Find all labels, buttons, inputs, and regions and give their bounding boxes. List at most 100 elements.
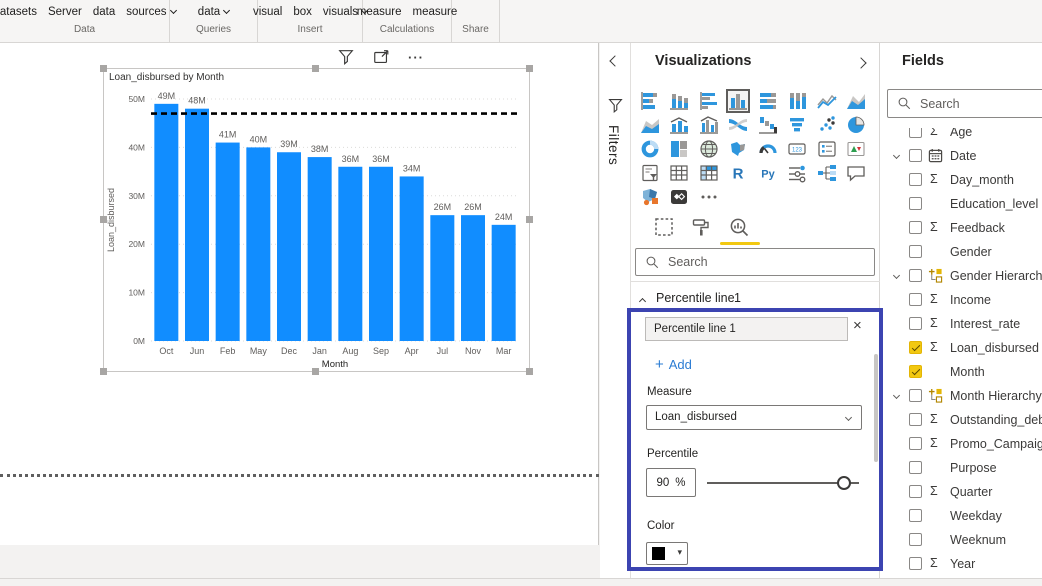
percentile-value-input[interactable]: 90 % — [646, 468, 696, 497]
ribbon-button-data[interactable]: data — [198, 6, 231, 18]
viz-type-map-icon[interactable] — [697, 137, 721, 161]
viz-type-clustered-bar-chart-icon[interactable] — [697, 89, 721, 113]
report-canvas[interactable]: ··· Loan_disbursed by Month 0M 10M 20M 30M 4… — [0, 43, 599, 545]
field-checkbox[interactable] — [909, 509, 922, 522]
resize-handle-n[interactable] — [312, 65, 319, 72]
viz-type-decomposition-tree-icon[interactable] — [815, 161, 839, 185]
viz-type-stacked-bar-chart-icon[interactable] — [638, 89, 662, 113]
viz-type-100-stacked-column-chart-icon[interactable] — [785, 89, 809, 113]
viz-type-matrix-icon[interactable] — [697, 161, 721, 185]
field-checkbox[interactable] — [909, 461, 922, 474]
resize-handle-se[interactable] — [526, 368, 533, 375]
percentile-line-name-input[interactable] — [645, 317, 848, 341]
resize-handle-ne[interactable] — [526, 65, 533, 72]
field-item-weeknum[interactable]: Weeknum — [880, 528, 1042, 552]
field-item-weekday[interactable]: Weekday — [880, 504, 1042, 528]
viz-type-funnel-chart-icon[interactable] — [785, 113, 809, 137]
field-item-gender-hierarchy[interactable]: Gender Hierarchy — [880, 264, 1042, 288]
expand-filters-chevron-icon[interactable] — [609, 55, 621, 67]
viz-type-pie-chart-icon[interactable] — [844, 113, 868, 137]
field-checkbox[interactable] — [909, 149, 922, 162]
field-checkbox[interactable] — [909, 197, 922, 210]
field-checkbox[interactable] — [909, 245, 922, 258]
viz-type-stacked-column-chart-icon[interactable] — [667, 89, 691, 113]
field-checkbox[interactable] — [909, 173, 922, 186]
tab-analytics[interactable] — [727, 215, 751, 239]
filter-funnel-icon[interactable] — [336, 48, 356, 66]
filters-funnel-icon[interactable] — [607, 97, 624, 119]
field-item-age[interactable]: Σ Age — [880, 128, 1042, 144]
collapse-visualizations-chevron-icon[interactable] — [855, 57, 867, 69]
field-item-income[interactable]: Σ Income — [880, 288, 1042, 312]
viz-type-multi-row-card-icon[interactable] — [815, 137, 839, 161]
viz-type-area-chart-icon[interactable] — [844, 89, 868, 113]
tab-fields[interactable] — [652, 215, 676, 239]
field-checkbox[interactable] — [909, 293, 922, 306]
viz-type-line-and-clustered-column-chart-icon[interactable] — [697, 113, 721, 137]
resize-handle-w[interactable] — [100, 216, 107, 223]
viz-type-arcgis-map-icon[interactable] — [638, 185, 662, 209]
more-options-icon[interactable]: ··· — [406, 48, 426, 66]
field-item-loan-disbursed[interactable]: Σ Loan_disbursed — [880, 336, 1042, 360]
field-item-month[interactable]: Month — [880, 360, 1042, 384]
viz-type-q-and-a-icon[interactable] — [844, 161, 868, 185]
viz-type-power-automate-icon[interactable] — [667, 185, 691, 209]
expand-chevron-icon[interactable] — [892, 151, 901, 160]
field-item-year[interactable]: Σ Year — [880, 552, 1042, 576]
field-item-purpose[interactable]: Purpose — [880, 456, 1042, 480]
field-checkbox[interactable] — [909, 485, 922, 498]
resize-handle-sw[interactable] — [100, 368, 107, 375]
measure-dropdown[interactable]: Loan_disbursed — [646, 405, 862, 430]
ribbon-button-sources[interactable]: sources — [126, 6, 177, 18]
viz-type-key-influencers-icon[interactable] — [785, 161, 809, 185]
ribbon-button-visual[interactable]: visual — [253, 6, 282, 18]
ribbon-button-datasets[interactable]: datasets — [0, 6, 37, 18]
viz-type-table-icon[interactable] — [667, 161, 691, 185]
field-item-education-level[interactable]: Education_level — [880, 192, 1042, 216]
field-checkbox[interactable] — [909, 221, 922, 234]
field-checkbox[interactable] — [909, 317, 922, 330]
field-item-date[interactable]: Date — [880, 144, 1042, 168]
percentile-slider-handle[interactable] — [836, 476, 851, 490]
viz-type-treemap-icon[interactable] — [667, 137, 691, 161]
field-item-quarter[interactable]: Σ Quarter — [880, 480, 1042, 504]
field-checkbox[interactable] — [909, 557, 922, 570]
field-checkbox[interactable] — [909, 269, 922, 282]
viz-type-waterfall-chart-icon[interactable] — [756, 113, 780, 137]
viz-type-100-stacked-bar-chart-icon[interactable] — [756, 89, 780, 113]
analytics-search-input[interactable]: Search — [635, 248, 875, 276]
field-item-day-month[interactable]: Σ Day_month — [880, 168, 1042, 192]
field-item-outstanding-debt[interactable]: Σ Outstanding_debt — [880, 408, 1042, 432]
resize-handle-nw[interactable] — [100, 65, 107, 72]
card-scrollbar[interactable] — [874, 354, 878, 462]
percentile-line-section-header[interactable]: Percentile line 1 — [631, 289, 880, 309]
field-checkbox[interactable] — [909, 533, 922, 546]
field-item-feedback[interactable]: Σ Feedback — [880, 216, 1042, 240]
fields-search-input[interactable]: Search — [887, 89, 1042, 118]
field-checkbox[interactable] — [909, 437, 922, 450]
field-item-promo-campaign[interactable]: Σ Promo_Campaign — [880, 432, 1042, 456]
tab-format[interactable] — [689, 215, 713, 239]
add-percentile-line-button[interactable]: + Add — [655, 356, 692, 373]
viz-type-get-more-visuals-icon[interactable] — [697, 185, 721, 209]
focus-mode-icon[interactable] — [371, 48, 391, 66]
bar-chart-visual[interactable]: Loan_disbursed by Month 0M 10M 20M 30M 40M 50… — [100, 65, 533, 375]
resize-handle-e[interactable] — [526, 216, 533, 223]
viz-type-kpi-icon[interactable] — [844, 137, 868, 161]
resize-handle-s[interactable] — [312, 368, 319, 375]
viz-type-ribbon-chart-icon[interactable] — [726, 113, 750, 137]
field-checkbox[interactable] — [909, 128, 922, 138]
field-checkbox[interactable] — [909, 389, 922, 402]
remove-percentile-line-button[interactable]: × — [853, 317, 862, 334]
ribbon-button-Server[interactable]: Server — [48, 6, 82, 18]
field-item-interest-rate[interactable]: Σ Interest_rate — [880, 312, 1042, 336]
viz-type-python-visual-icon[interactable]: Py — [756, 161, 780, 185]
expand-chevron-icon[interactable] — [892, 391, 901, 400]
color-picker-dropdown[interactable]: ▾ — [646, 542, 688, 565]
field-item-month-hierarchy[interactable]: Month Hierarchy — [880, 384, 1042, 408]
viz-type-stacked-area-chart-icon[interactable] — [638, 113, 662, 137]
field-checkbox[interactable] — [909, 365, 922, 378]
viz-type-clustered-column-chart-icon[interactable] — [726, 89, 751, 113]
viz-type-scatter-chart-icon[interactable] — [815, 113, 839, 137]
viz-type-card-icon[interactable]: 123 — [785, 137, 809, 161]
